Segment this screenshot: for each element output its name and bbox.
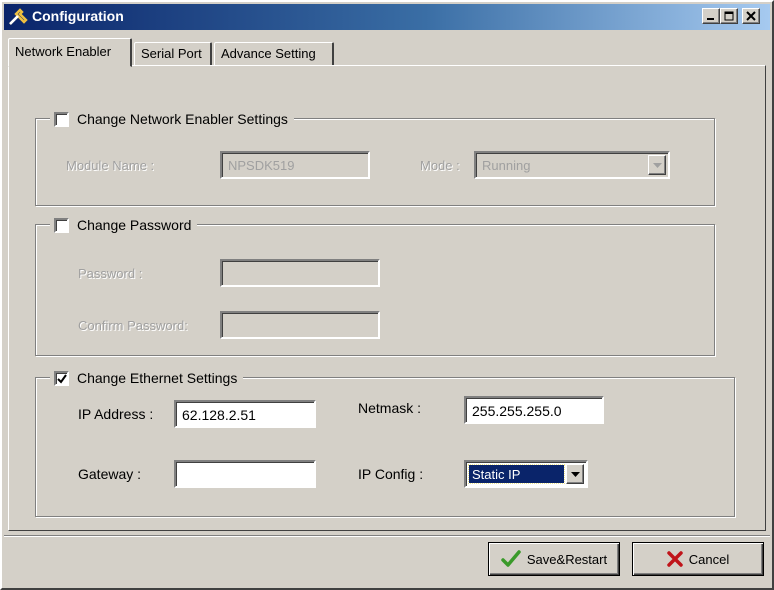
minimize-button[interactable] [702, 8, 720, 24]
password-label: Password : [78, 266, 143, 281]
tab-advance-setting[interactable]: Advance Setting [214, 42, 334, 66]
save-restart-label: Save&Restart [526, 551, 608, 567]
window-title: Configuration [32, 8, 124, 24]
mode-value: Running [482, 158, 531, 173]
confirm-password-label: Confirm Password: [78, 318, 188, 333]
bottom-separator [4, 535, 770, 537]
maximize-button[interactable] [720, 8, 738, 24]
ethernet-settings-group: Change Ethernet Settings IP Address : 62… [35, 368, 735, 517]
checkbox-box[interactable] [54, 370, 69, 386]
mode-dropdown-button[interactable] [648, 155, 666, 175]
netmask-field[interactable]: 255.255.255.0 [464, 396, 604, 424]
tab-serial-port[interactable]: Serial Port [134, 42, 212, 66]
cancel-label: Cancel [688, 551, 730, 567]
ip-config-label: IP Config : [358, 466, 424, 482]
change-password-checkbox[interactable]: Change Password [50, 215, 198, 235]
password-field[interactable] [220, 259, 380, 287]
ip-config-select[interactable]: Static IP [464, 460, 588, 488]
gateway-field[interactable] [174, 460, 316, 488]
cancel-button[interactable]: Cancel [632, 542, 764, 576]
maximize-icon [724, 11, 734, 21]
ip-config-value: Static IP [468, 464, 565, 484]
network-enabler-settings-checkbox[interactable]: Change Network Enabler Settings [50, 109, 294, 129]
confirm-password-field[interactable] [220, 311, 380, 339]
checkmark-icon [501, 550, 521, 568]
mode-select[interactable]: Running [474, 151, 670, 179]
network-enabler-settings-group: Change Network Enabler Settings Module N… [35, 109, 715, 206]
module-name-label: Module Name : [66, 158, 155, 173]
close-button[interactable] [742, 8, 760, 24]
checkmark-icon [57, 373, 67, 384]
gateway-label: Gateway : [78, 466, 142, 482]
configuration-window: Configuration Network Enabler Serial Por… [0, 0, 774, 590]
ip-address-field[interactable]: 62.128.2.51 [174, 400, 316, 428]
ip-config-dropdown-button[interactable] [566, 464, 584, 484]
checkbox-label: Change Ethernet Settings [77, 370, 238, 386]
checkbox-box[interactable] [54, 217, 69, 233]
checkbox-box[interactable] [54, 111, 69, 127]
minimize-icon [707, 18, 714, 20]
password-group: Change Password Password : Confirm Passw… [35, 215, 715, 356]
network-enabler-panel: Change Network Enabler Settings Module N… [8, 65, 766, 531]
checkbox-label: Change Network Enabler Settings [77, 111, 288, 127]
module-name-field[interactable]: NPSDK519 [220, 151, 370, 179]
tab-network-enabler[interactable]: Network Enabler [8, 38, 132, 67]
ip-address-label: IP Address : [78, 406, 154, 422]
mode-label: Mode : [420, 158, 460, 173]
title-bar[interactable]: Configuration [4, 4, 770, 30]
chevron-down-icon [653, 163, 662, 168]
tab-label: Network Enabler [15, 44, 112, 59]
cancel-x-icon [667, 551, 683, 567]
chevron-down-icon [571, 472, 580, 477]
app-icon [8, 8, 30, 26]
tab-label: Serial Port [141, 46, 202, 61]
save-restart-button[interactable]: Save&Restart [488, 542, 620, 576]
checkbox-label: Change Password [77, 217, 192, 233]
tab-label: Advance Setting [221, 46, 316, 61]
close-icon [746, 11, 756, 21]
netmask-label: Netmask : [358, 400, 422, 416]
change-ethernet-settings-checkbox[interactable]: Change Ethernet Settings [50, 368, 244, 388]
